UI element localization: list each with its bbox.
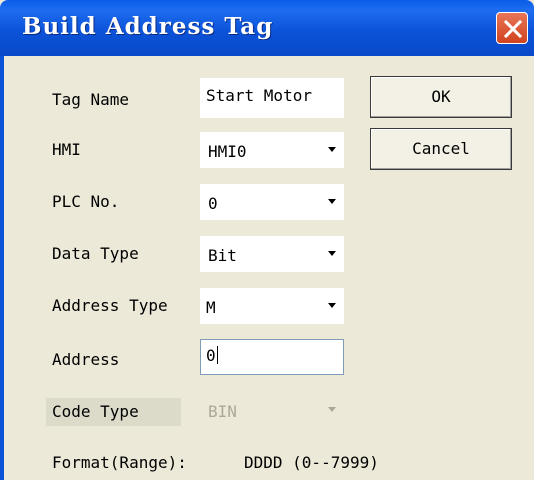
address-input[interactable]: 0 <box>200 339 344 375</box>
hmi-label: HMI <box>52 140 81 159</box>
data-type-select[interactable]: Bit <box>200 236 344 272</box>
format-range-value: DDDD (0--7999) <box>244 453 379 472</box>
ok-button[interactable]: OK <box>370 76 512 118</box>
title-bar[interactable]: Build Address Tag <box>0 0 534 56</box>
chevron-down-icon[interactable] <box>328 303 336 308</box>
tag-name-field[interactable]: Start Motor <box>200 78 344 118</box>
plc-no-select[interactable]: 0 <box>200 184 344 220</box>
code-type-select-value: BIN <box>208 402 237 421</box>
close-icon <box>503 19 523 39</box>
cancel-button[interactable]: Cancel <box>370 128 512 170</box>
hmi-select[interactable]: HMI0 <box>200 132 344 168</box>
address-input-value: 0 <box>206 346 216 365</box>
chevron-down-icon <box>328 407 336 412</box>
build-address-tag-dialog: Build Address Tag Tag Name Start Motor H… <box>0 0 534 480</box>
plc-no-select-value: 0 <box>208 194 218 213</box>
address-label: Address <box>52 350 120 369</box>
text-cursor <box>216 346 218 364</box>
close-button[interactable] <box>496 12 528 44</box>
chevron-down-icon[interactable] <box>328 147 336 152</box>
tag-name-label: Tag Name <box>52 90 130 109</box>
data-type-select-value: Bit <box>208 246 237 265</box>
address-type-select-value: M <box>206 298 216 317</box>
hmi-select-value: HMI0 <box>208 142 247 161</box>
window-border <box>0 56 4 480</box>
code-type-label: Code Type <box>52 402 139 421</box>
address-type-select[interactable]: M <box>200 288 344 324</box>
plc-no-label: PLC No. <box>52 192 120 211</box>
code-type-select: BIN <box>200 392 344 428</box>
chevron-down-icon[interactable] <box>328 251 336 256</box>
address-type-label: Address Type <box>52 296 168 315</box>
dialog-title: Build Address Tag <box>22 13 274 40</box>
chevron-down-icon[interactable] <box>328 199 336 204</box>
data-type-label: Data Type <box>52 244 139 263</box>
format-range-label: Format(Range): <box>52 453 187 472</box>
